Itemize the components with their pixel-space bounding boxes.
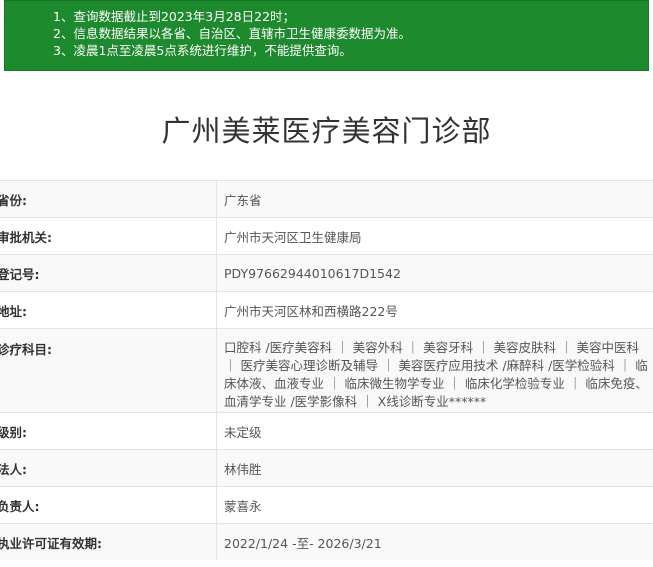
row-value: 林伟胜 [224,461,262,477]
row-label: 登记号: [0,255,217,291]
row-value: 未定级 [224,424,262,440]
row-value: 蒙喜永 [224,498,262,514]
row-level: 级别: 未定级 [0,412,653,449]
row-label: 负责人: [0,487,217,523]
row-legal-person: 法人: 林伟胜 [0,449,653,486]
notice-line-3: 3、凌晨1点至凌晨5点系统进行维护，不能提供查询。 [53,43,352,58]
notice-banner: 1、查询数据截止到2023年3月28日22时； 2、信息数据结果以各省、自治区、… [4,0,649,71]
row-label: 省份: [0,181,217,217]
row-label: 审批机关: [0,218,217,254]
row-person-in-charge: 负责人: 蒙喜永 [0,486,653,523]
row-value: 2022/1/24 -至- 2026/3/21 [224,535,382,551]
notice-line-2: 2、信息数据结果以各省、自治区、直辖市卫生健康委数据为准。 [53,26,411,41]
row-approval-authority: 审批机关: 广州市天河区卫生健康局 [0,217,653,254]
row-label: 地址: [0,292,217,328]
row-value: 广东省 [224,192,262,208]
row-value: 口腔科 /医疗美容科 ｜ 美容外科 ｜ 美容牙科 ｜ 美容皮肤科 ｜ 美容中医科… [224,340,648,409]
row-label: 级别: [0,413,217,449]
page-title: 广州美莱医疗美容门诊部 [161,114,492,148]
row-address: 地址: 广州市天河区林和西横路222号 [0,291,653,328]
row-label: 诊疗科目: [0,329,217,412]
row-license-validity: 执业许可证有效期: 2022/1/24 -至- 2026/3/21 [0,523,653,560]
row-registration-number: 登记号: PDY97662944010617D1542 [0,254,653,291]
title-area: 广州美莱医疗美容门诊部 [0,72,653,180]
row-departments: 诊疗科目: 口腔科 /医疗美容科 ｜ 美容外科 ｜ 美容牙科 ｜ 美容皮肤科 ｜… [0,328,653,412]
row-value: PDY97662944010617D1542 [224,265,401,281]
row-province: 省份: 广东省 [0,180,653,217]
row-value: 广州市天河区林和西横路222号 [224,303,398,319]
row-label: 执业许可证有效期: [0,524,217,560]
info-table: 省份: 广东省 审批机关: 广州市天河区卫生健康局 登记号: PDY976629… [0,180,653,560]
row-value: 广州市天河区卫生健康局 [224,229,362,245]
row-label: 法人: [0,450,217,486]
notice-line-1: 1、查询数据截止到2023年3月28日22时； [53,9,296,24]
